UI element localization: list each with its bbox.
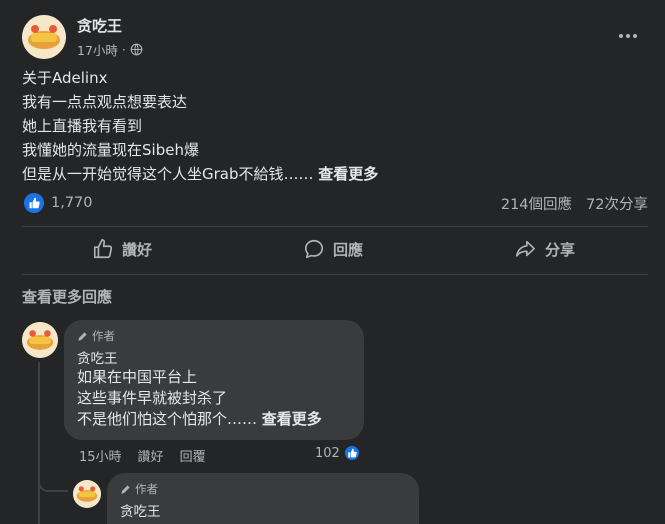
like-reaction-icon [342, 444, 361, 462]
like-reaction-icon [24, 193, 44, 213]
more-options-icon[interactable] [619, 34, 639, 40]
reply-avatar[interactable] [73, 480, 101, 508]
pencil-icon [78, 331, 87, 341]
post-line: 我懂她的流量现在Sibeh爆 [22, 141, 199, 159]
see-more-link[interactable]: 查看更多 [318, 165, 378, 183]
reaction-summary[interactable]: 1,770 [24, 193, 93, 213]
post-author-avatar[interactable] [22, 15, 66, 59]
post-line-last: 但是从一开始觉得这个人坐Grab不給钱…… 查看更多 [22, 162, 642, 186]
share-icon [515, 240, 535, 257]
comment-time[interactable]: 15小時 [79, 446, 122, 465]
like-count: 1,770 [51, 195, 93, 211]
food-logo-icon [22, 322, 58, 358]
like-label: 讚好 [122, 240, 153, 259]
comment-author-name[interactable]: 贪吃王 [77, 347, 351, 367]
comment-button[interactable]: 回應 [303, 238, 363, 260]
comment-count[interactable]: 214個回應 [501, 193, 572, 214]
thumbs-up-icon [93, 239, 113, 259]
comment-like-button[interactable]: 讚好 [138, 446, 164, 465]
comment-line-last: 不是他们怕这个怕那个…… 查看更多 [77, 409, 351, 430]
comment-actions: 15小時 讚好 回覆 [79, 446, 206, 465]
author-tag: 作者 [120, 481, 406, 497]
post-line: 关于Adelinx [22, 69, 108, 87]
dot-separator: · [121, 42, 126, 57]
reply-author-name[interactable]: 贪吃王 [120, 500, 406, 520]
comment-line: 不是他们怕这个怕那个…… [77, 410, 258, 428]
author-tag-label: 作者 [92, 329, 115, 343]
comment-icon [304, 239, 324, 259]
engagement-counts: 214個回應 72次分享 [501, 193, 648, 214]
divider [22, 274, 648, 275]
thread-line [38, 362, 40, 524]
comment-label: 回應 [333, 240, 364, 259]
share-button[interactable]: 分享 [513, 238, 575, 260]
comment-line: 这些事件早就被封杀了 [77, 389, 228, 407]
post-author-name[interactable]: 贪吃王 [77, 15, 122, 36]
food-logo-icon [73, 480, 101, 508]
post-time[interactable]: 17小時 [77, 40, 118, 59]
comment-reply-button[interactable]: 回覆 [180, 446, 206, 465]
comment-avatar[interactable] [22, 322, 58, 358]
author-tag-label: 作者 [135, 482, 158, 496]
post-body: 关于Adelinx 我有一点点观点想要表达 她上直播我有看到 我懂她的流量现在S… [22, 66, 642, 186]
comment-reaction-count[interactable]: 102 [315, 444, 361, 462]
share-count[interactable]: 72次分享 [586, 193, 648, 214]
globe-icon [130, 43, 143, 56]
comment-reaction-number: 102 [315, 445, 340, 461]
share-label: 分享 [545, 240, 576, 259]
comment-line: 如果在中国平台上 [77, 368, 198, 386]
like-button[interactable]: 讚好 [92, 238, 152, 260]
reply-bubble: 作者 贪吃王 [107, 473, 419, 524]
post-line: 我有一点点观点想要表达 [22, 93, 188, 111]
view-more-comments-link[interactable]: 查看更多回應 [22, 286, 112, 307]
post-meta: 17小時 · [77, 40, 143, 59]
food-logo-icon [22, 15, 66, 59]
see-more-link[interactable]: 查看更多 [262, 410, 322, 428]
comment-bubble: 作者 贪吃王 如果在中国平台上 这些事件早就被封杀了 不是他们怕这个怕那个…… … [64, 320, 364, 440]
post-line: 她上直播我有看到 [22, 117, 143, 135]
comment-text: 如果在中国平台上 这些事件早就被封杀了 不是他们怕这个怕那个…… 查看更多 [77, 367, 351, 430]
author-tag: 作者 [77, 328, 351, 344]
reply-connector [38, 478, 68, 492]
pencil-icon [121, 484, 130, 494]
post-line: 但是从一开始觉得这个人坐Grab不給钱…… [22, 165, 314, 183]
divider [22, 226, 648, 227]
